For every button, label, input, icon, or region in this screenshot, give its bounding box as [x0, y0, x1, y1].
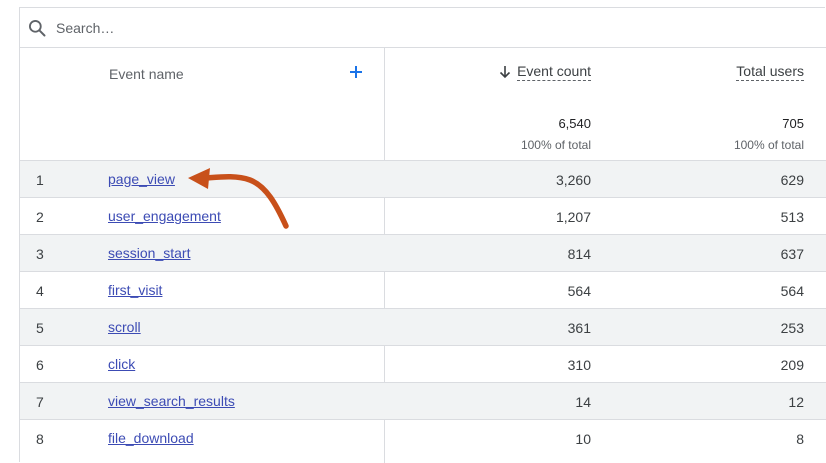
plus-icon[interactable] — [346, 62, 366, 82]
event-name-link[interactable]: first_visit — [108, 282, 162, 298]
row-index: 5 — [36, 320, 44, 336]
event-name-link[interactable]: user_engagement — [108, 208, 221, 224]
row-index: 7 — [36, 394, 44, 410]
row-index: 4 — [36, 283, 44, 299]
total-users-cell: 253 — [780, 320, 804, 336]
total-event-count-pct: 100% of total — [520, 138, 591, 152]
row-index: 1 — [36, 172, 44, 188]
event-name-link[interactable]: file_download — [108, 430, 194, 446]
table-row[interactable]: 5 scroll 361 253 — [20, 309, 826, 346]
table-row[interactable]: 4 first_visit 564 564 — [20, 272, 826, 309]
event-count-cell: 14 — [575, 394, 591, 410]
column-header-total-users[interactable]: Total users — [736, 63, 804, 81]
row-index: 6 — [36, 357, 44, 373]
row-index: 8 — [36, 431, 44, 447]
total-users-cell: 209 — [780, 357, 804, 373]
total-users-cell: 8 — [796, 431, 804, 447]
total-users-cell: 12 — [788, 394, 804, 410]
column-header-event-name[interactable]: Event name — [109, 66, 184, 82]
arrow-down-icon[interactable] — [498, 65, 512, 79]
event-count-cell: 814 — [567, 246, 591, 262]
total-users-cell: 513 — [780, 209, 804, 225]
row-index: 2 — [36, 209, 44, 225]
column-header-event-count[interactable]: Event count — [517, 63, 591, 81]
event-count-cell: 3,260 — [555, 172, 591, 188]
table-row[interactable]: 8 file_download 10 8 — [20, 420, 826, 457]
table-row[interactable]: 6 click 310 209 — [20, 346, 826, 383]
search-input[interactable] — [56, 17, 456, 39]
total-users-cell: 629 — [780, 172, 804, 188]
event-name-link[interactable]: scroll — [108, 319, 141, 335]
event-count-cell: 1,207 — [555, 209, 591, 225]
table-header: Event name Event count Total users 6,540… — [20, 48, 826, 161]
event-name-link[interactable]: session_start — [108, 245, 190, 261]
event-name-link[interactable]: click — [108, 356, 135, 372]
total-users-cell: 637 — [780, 246, 804, 262]
total-event-count: 6,540 — [558, 116, 591, 131]
events-table-card: Event name Event count Total users 6,540… — [19, 7, 826, 463]
search-bar — [20, 8, 826, 48]
search-icon — [29, 20, 46, 37]
event-count-cell: 564 — [567, 283, 591, 299]
event-name-link[interactable]: view_search_results — [108, 393, 235, 409]
table-row[interactable]: 3 session_start 814 637 — [20, 235, 826, 272]
table-row[interactable]: 2 user_engagement 1,207 513 — [20, 198, 826, 235]
event-count-cell: 310 — [567, 357, 591, 373]
total-users-pct: 100% of total — [733, 138, 804, 152]
event-count-cell: 361 — [567, 320, 591, 336]
row-index: 3 — [36, 246, 44, 262]
event-name-link[interactable]: page_view — [108, 171, 175, 187]
event-count-cell: 10 — [575, 431, 591, 447]
total-users-cell: 564 — [780, 283, 804, 299]
total-users-count: 705 — [782, 116, 804, 131]
table-row[interactable]: 1 page_view 3,260 629 — [20, 161, 826, 198]
table-row[interactable]: 7 view_search_results 14 12 — [20, 383, 826, 420]
